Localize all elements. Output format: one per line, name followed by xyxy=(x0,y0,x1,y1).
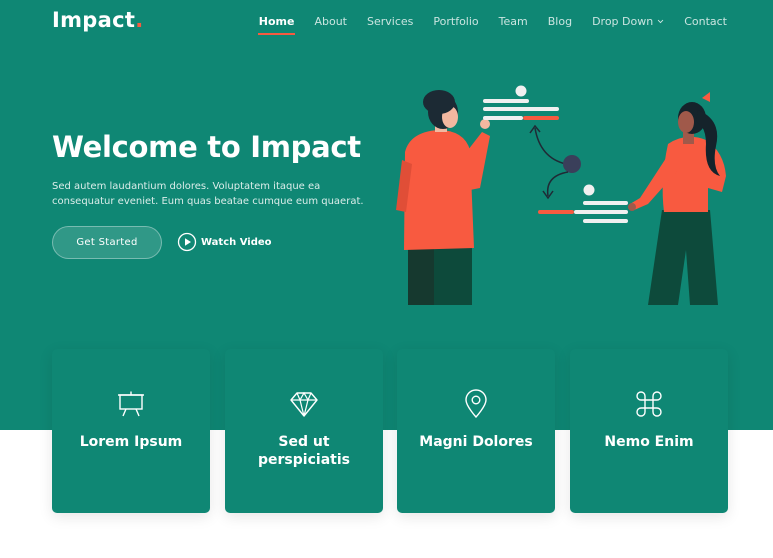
nav-item-portfolio[interactable]: Portfolio xyxy=(433,15,478,28)
easel-icon xyxy=(118,391,144,417)
nav-item-label: Blog xyxy=(547,15,573,28)
site-logo[interactable]: Impact. xyxy=(52,8,143,32)
gem-icon xyxy=(290,391,318,417)
header: Impact. Home About Services Portfolio Te… xyxy=(0,0,773,44)
feature-card[interactable]: Sed ut perspiciatis xyxy=(225,349,383,513)
features-row: Lorem Ipsum Sed ut perspiciatis Magni Do… xyxy=(52,349,728,513)
command-icon xyxy=(636,391,662,417)
feature-title: Magni Dolores xyxy=(419,434,533,450)
feature-card[interactable]: Lorem Ipsum xyxy=(52,349,210,513)
nav-item-label: Team xyxy=(498,15,528,28)
chevron-down-icon xyxy=(657,19,664,24)
logo-text: Impact xyxy=(52,8,136,32)
woman-figure xyxy=(628,92,726,305)
feature-card[interactable]: Magni Dolores xyxy=(397,349,555,513)
nav-item-team[interactable]: Team xyxy=(499,15,528,28)
hero-illustration xyxy=(396,85,726,305)
nav-item-blog[interactable]: Blog xyxy=(548,15,572,28)
man-figure xyxy=(396,90,490,305)
nav-item-label: Services xyxy=(367,15,414,28)
logo-dot: . xyxy=(135,8,144,32)
nav-item-about[interactable]: About xyxy=(314,15,347,28)
watch-video-label: Watch Video xyxy=(201,236,272,248)
hero-description: Sed autem laudantium dolores. Voluptatem… xyxy=(52,181,364,207)
feature-title: Lorem Ipsum xyxy=(79,434,183,450)
watch-video-button[interactable]: Watch Video xyxy=(177,232,272,252)
feature-card[interactable]: Nemo Enim xyxy=(570,349,728,513)
main-nav: Home About Services Portfolio Team Blog … xyxy=(239,15,727,35)
nav-item-contact[interactable]: Contact xyxy=(684,15,727,28)
nav-item-services[interactable]: Services xyxy=(367,15,413,28)
play-circle-icon xyxy=(177,232,197,252)
nav-item-home[interactable]: Home xyxy=(257,15,296,35)
nav-item-label: Portfolio xyxy=(433,15,479,28)
nav-item-label: About xyxy=(314,15,347,28)
map-pin-icon xyxy=(465,389,487,419)
nav-item-label: Home xyxy=(258,15,295,28)
hero-title: Welcome to Impact xyxy=(52,130,361,164)
nav-item-dropdown[interactable]: Drop Down xyxy=(592,15,664,28)
feature-title: Sed ut perspiciatis xyxy=(258,434,350,468)
nav-item-label: Drop Down xyxy=(592,15,654,28)
feature-title: Nemo Enim xyxy=(604,434,694,450)
get-started-button[interactable]: Get Started xyxy=(52,226,162,259)
nav-item-label: Contact xyxy=(684,15,727,28)
